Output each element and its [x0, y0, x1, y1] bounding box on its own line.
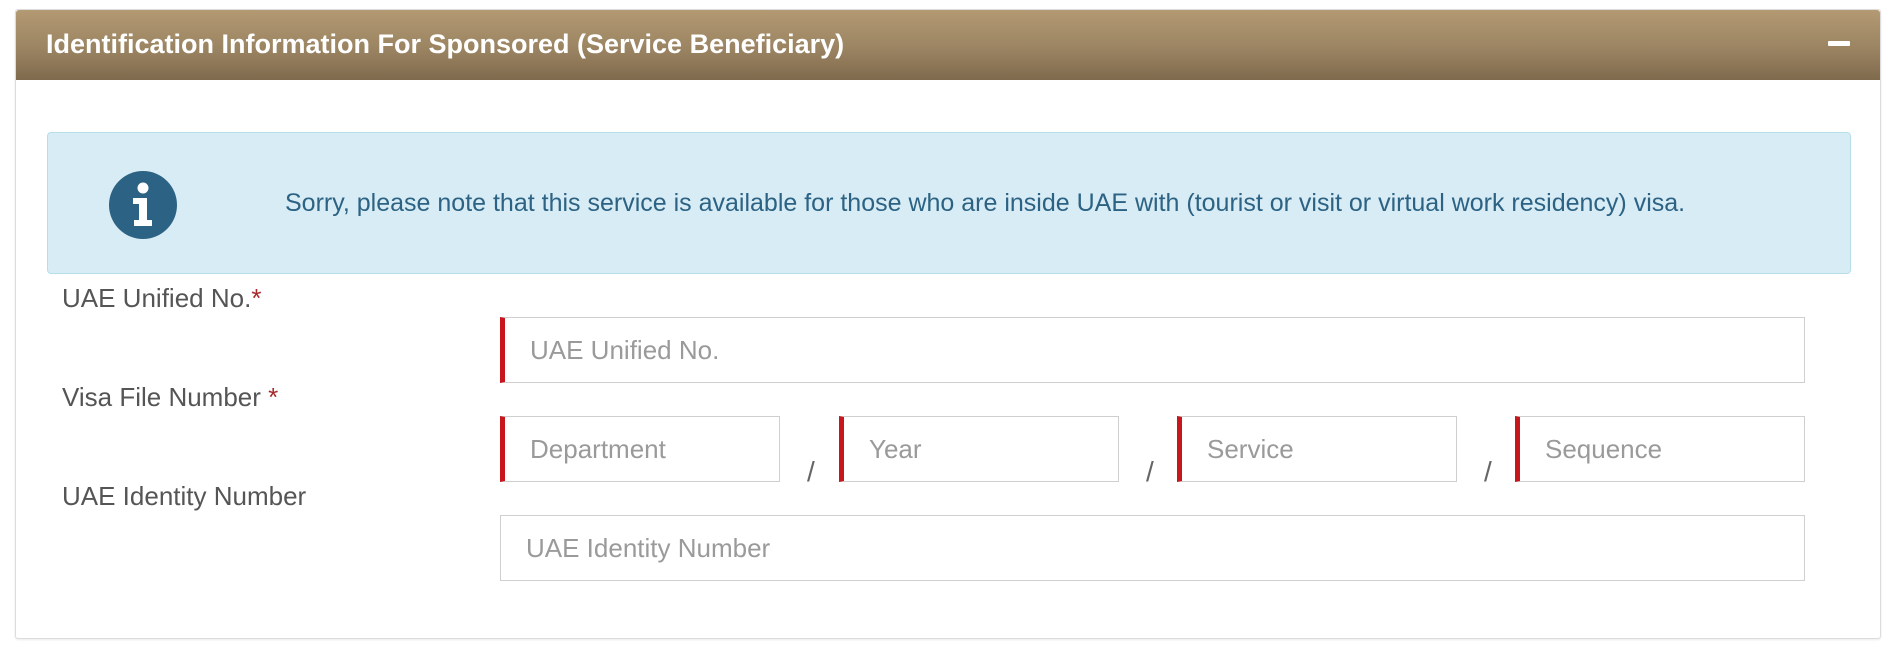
visa-department-input[interactable]: [500, 416, 780, 482]
visa-file-number-label: Visa File Number *: [62, 382, 279, 412]
alert-message: Sorry, please note that this service is …: [285, 189, 1686, 217]
identity-number-label: UAE Identity Number: [62, 481, 307, 511]
unified-no-input[interactable]: [500, 317, 1805, 383]
visa-service-input[interactable]: [1177, 416, 1457, 482]
required-marker: *: [251, 283, 262, 313]
panel-title: Identification Information For Sponsored…: [46, 29, 845, 59]
collapse-button[interactable]: [1828, 39, 1850, 47]
visa-separator: /: [807, 456, 815, 487]
required-marker: *: [268, 382, 279, 412]
identity-number-input[interactable]: [500, 515, 1805, 581]
visa-separator: /: [1146, 456, 1154, 487]
info-alert: Sorry, please note that this service is …: [47, 132, 1851, 274]
visa-sequence-input[interactable]: [1515, 416, 1805, 482]
identification-panel: Identification Information For Sponsored…: [15, 9, 1881, 639]
panel-header: Identification Information For Sponsored…: [16, 10, 1880, 80]
unified-no-label: UAE Unified No.*: [62, 283, 262, 313]
minus-icon: [1828, 41, 1850, 46]
visa-separator: /: [1484, 456, 1492, 487]
info-circle-icon: [109, 171, 177, 239]
visa-year-input[interactable]: [839, 416, 1119, 482]
